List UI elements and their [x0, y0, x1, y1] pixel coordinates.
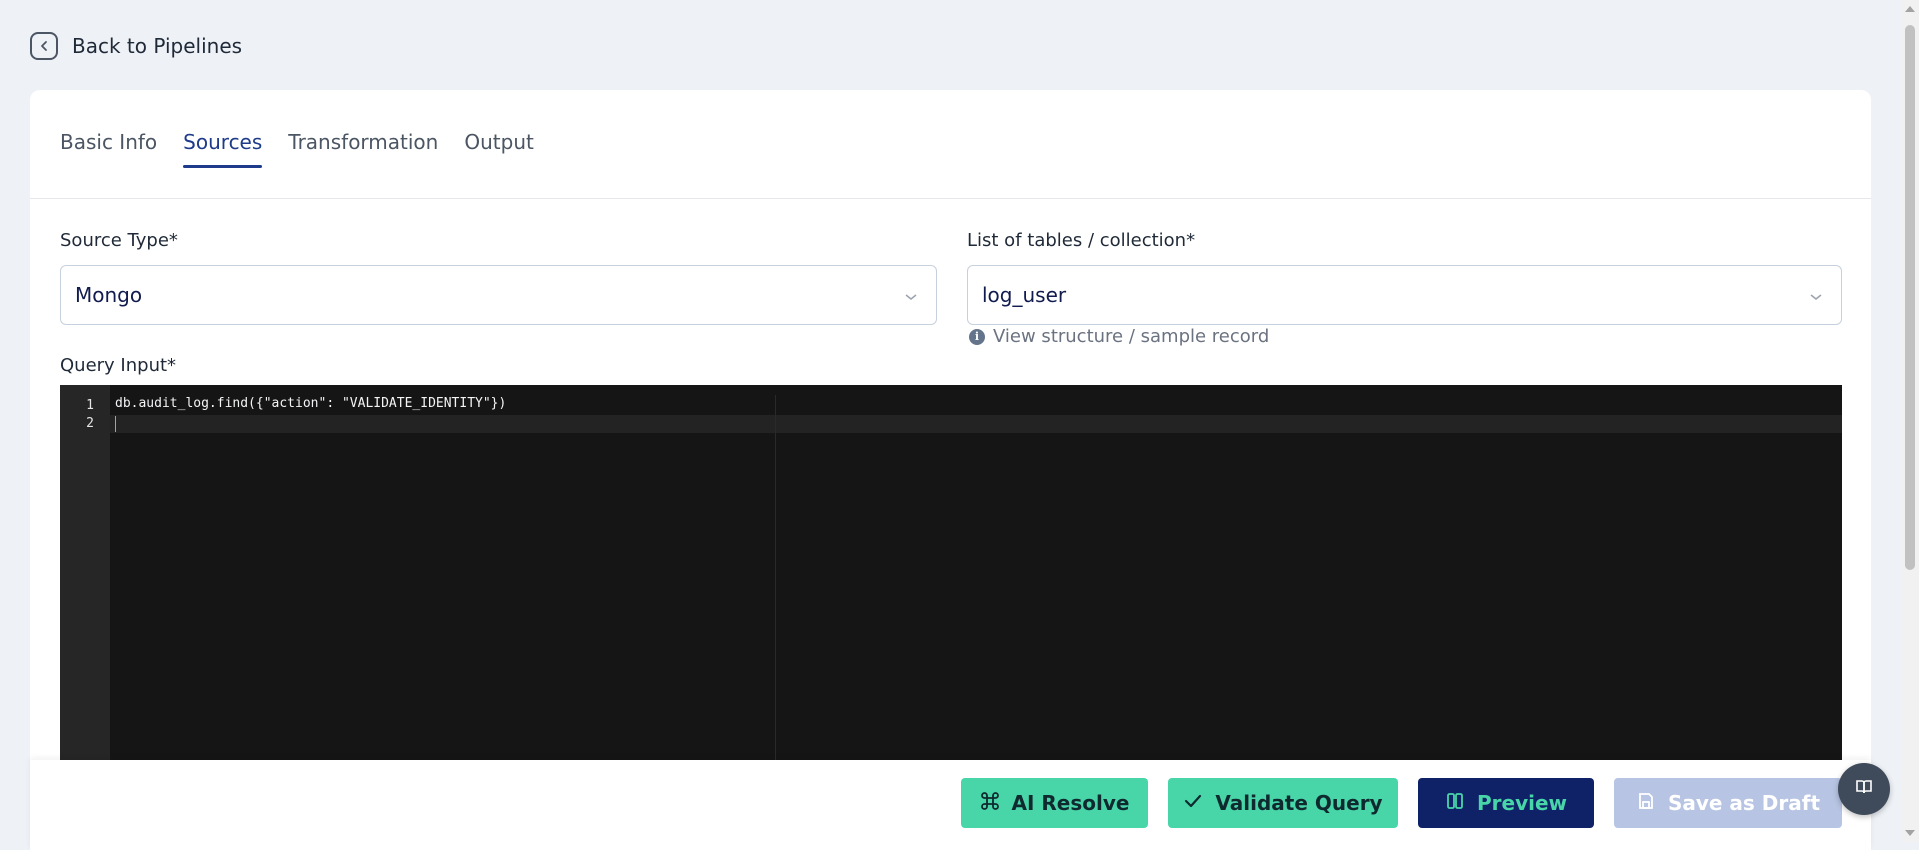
line-number: 1 [86, 398, 94, 413]
tab-transformation[interactable]: Transformation [288, 128, 438, 168]
validate-query-label: Validate Query [1215, 791, 1383, 815]
ai-resolve-button[interactable]: AI Resolve [961, 778, 1148, 828]
page-scrollbar[interactable] [1901, 0, 1919, 842]
help-button[interactable] [1838, 763, 1890, 815]
print-margin [775, 395, 776, 805]
tab-sources[interactable]: Sources [183, 128, 263, 168]
ai-resolve-label: AI Resolve [1011, 791, 1130, 815]
tab-bar: Basic Info Sources Transformation Output [60, 128, 534, 184]
tables-label: List of tables / collection* [967, 230, 1196, 251]
line-number: 2 [86, 416, 94, 431]
chevron-down-icon [904, 283, 918, 307]
back-to-pipelines-link[interactable]: Back to Pipelines [30, 32, 242, 60]
active-line-highlight [110, 415, 1842, 433]
chevron-down-icon [1809, 283, 1823, 307]
save-icon [1636, 791, 1656, 816]
tab-output[interactable]: Output [464, 128, 533, 168]
validate-query-button[interactable]: Validate Query [1168, 778, 1398, 828]
view-structure-link[interactable]: i View structure / sample record [969, 326, 1269, 347]
scroll-down-arrow-icon[interactable] [1905, 830, 1915, 836]
editor-gutter: 1 2 [60, 385, 110, 805]
check-icon [1183, 791, 1203, 816]
info-icon: i [969, 328, 985, 345]
tab-basic-info[interactable]: Basic Info [60, 128, 157, 168]
text-cursor [115, 416, 116, 432]
query-editor[interactable]: 1 2 db.audit_log.find({"action": "VALIDA… [60, 385, 1842, 805]
scroll-thumb[interactable] [1905, 25, 1915, 570]
columns-icon [1445, 791, 1465, 816]
save-as-draft-label: Save as Draft [1667, 791, 1821, 815]
view-structure-label: View structure / sample record [993, 326, 1270, 347]
query-input-label: Query Input* [60, 355, 177, 376]
back-link-label: Back to Pipelines [72, 34, 243, 58]
tabs-divider [30, 198, 1871, 199]
preview-button[interactable]: Preview [1418, 778, 1594, 828]
tables-value: log_user [982, 283, 1067, 307]
scroll-up-arrow-icon[interactable] [1905, 6, 1915, 12]
code-line: db.audit_log.find({"action": "VALIDATE_I… [115, 396, 507, 411]
source-type-label: Source Type* [60, 230, 178, 251]
book-icon [1854, 777, 1874, 801]
action-footer: AI Resolve Validate Query Preview Save a… [30, 760, 1871, 850]
tables-select[interactable]: log_user [967, 265, 1842, 325]
source-type-select[interactable]: Mongo [60, 265, 937, 325]
source-type-value: Mongo [75, 283, 143, 307]
command-icon [980, 791, 1000, 816]
chevron-left-icon [30, 32, 58, 60]
save-as-draft-button[interactable]: Save as Draft [1614, 778, 1842, 828]
preview-label: Preview [1476, 791, 1568, 815]
